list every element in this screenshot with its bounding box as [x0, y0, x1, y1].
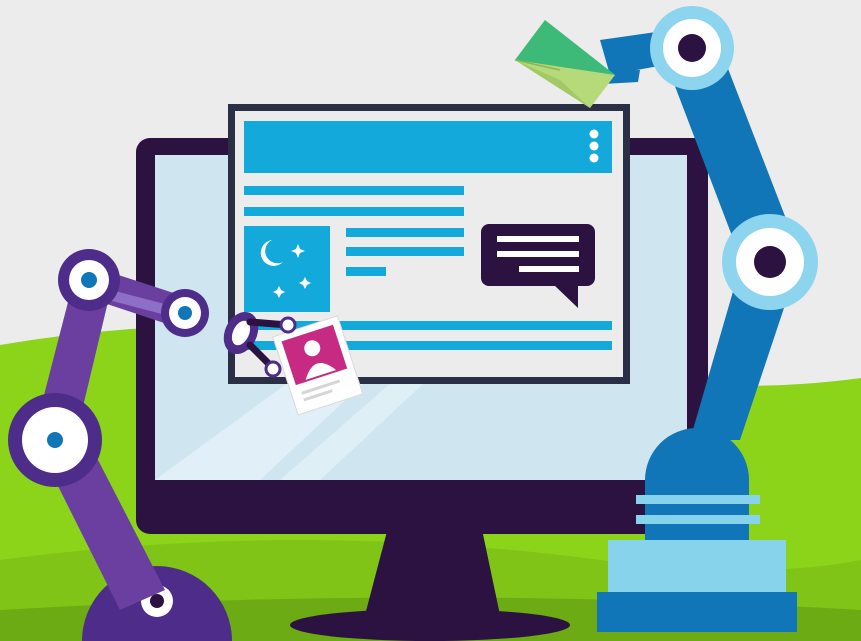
scene-svg [0, 0, 861, 641]
text-line [346, 247, 464, 256]
image-tile [244, 226, 330, 312]
window-header-bar [244, 121, 612, 173]
blue-arm-base-top [608, 540, 786, 592]
illustration-scene [0, 0, 861, 641]
monitor-stand-base [290, 609, 570, 641]
purple-arm-claw-tip [264, 360, 282, 378]
text-line [244, 207, 464, 216]
blue-arm-base-bottom [597, 592, 797, 632]
text-line [244, 186, 464, 195]
text-line [346, 228, 464, 237]
purple-arm-claw-tip [279, 316, 297, 334]
text-line [346, 267, 386, 276]
kebab-menu-icon[interactable] [589, 129, 599, 163]
